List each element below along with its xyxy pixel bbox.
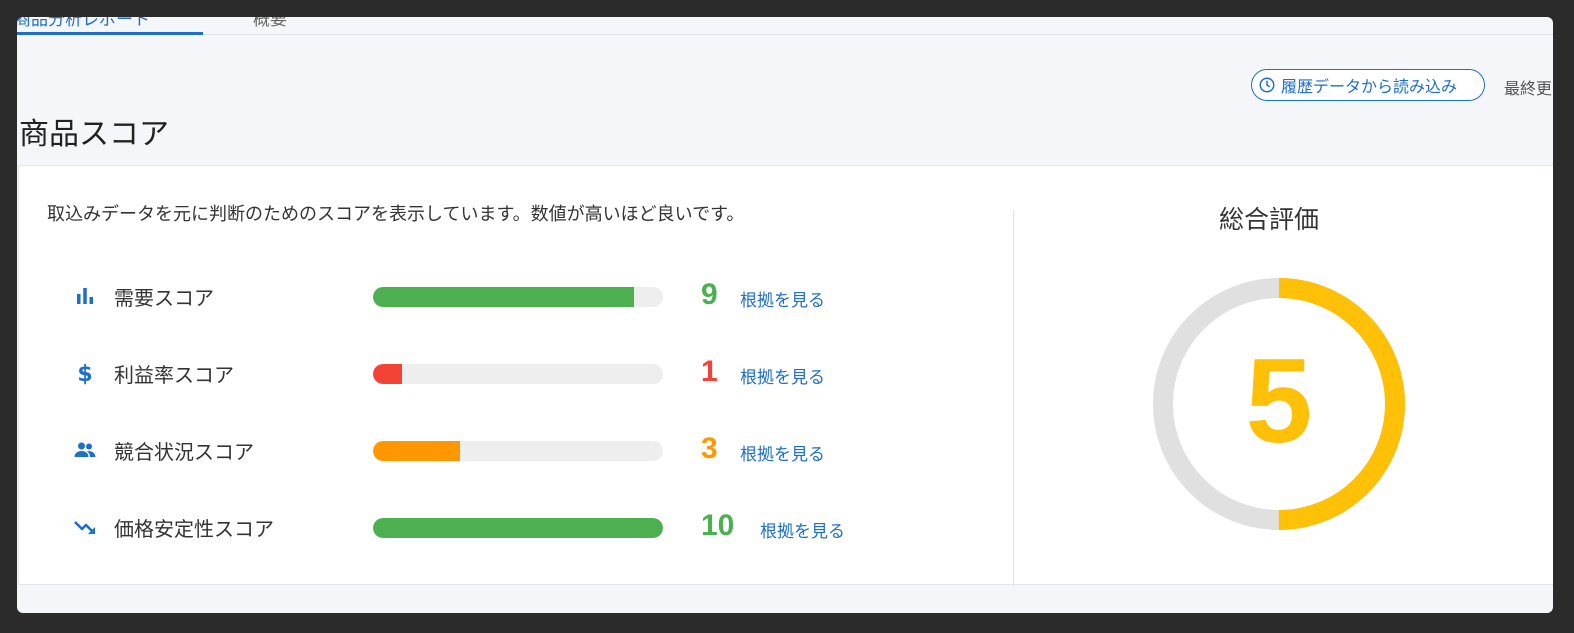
last-updated-label: 最終更 (1504, 79, 1553, 98)
score-value: 3 (701, 432, 718, 465)
tab-overview[interactable]: 概要 (253, 17, 287, 30)
score-description: 取込みデータを元に判断のためのスコアを表示しています。数値が高いほど良いです。 (47, 204, 745, 225)
view-evidence-link[interactable]: 根拠を見る (740, 440, 825, 465)
history-icon (1259, 77, 1275, 93)
score-bar-fill (373, 364, 402, 384)
score-label: 利益率スコア (114, 363, 234, 387)
bar-chart-icon (77, 288, 93, 304)
view-evidence-link[interactable]: 根拠を見る (740, 363, 825, 388)
score-value: 9 (701, 278, 718, 311)
load-history-button[interactable]: 履歴データから読み込み (1251, 69, 1485, 101)
svg-text:$: $ (77, 362, 92, 385)
score-row-competition: 競合状況スコア 3 根拠を見る (19, 432, 979, 468)
overall-score-gauge: 5 (1153, 278, 1405, 530)
people-icon (74, 442, 96, 457)
trending-down-icon (74, 521, 95, 534)
dollar-icon: $ (77, 362, 92, 385)
score-bar-fill (373, 441, 460, 461)
score-row-price-stability: 価格安定性スコア 10 根拠を見る (19, 509, 979, 545)
score-bar-track (373, 364, 663, 384)
score-value: 1 (701, 355, 718, 388)
score-row-profit: $ 利益率スコア 1 根拠を見る (19, 355, 979, 391)
score-bar-track (373, 518, 663, 538)
overall-score-title: 総合評価 (1219, 205, 1320, 234)
vertical-divider (1013, 210, 1014, 586)
score-row-demand: 需要スコア 9 根拠を見る (19, 278, 979, 314)
load-history-label: 履歴データから読み込み (1281, 77, 1458, 96)
score-label: 競合状況スコア (114, 440, 254, 464)
score-value: 10 (701, 509, 735, 542)
score-bar-fill (373, 287, 634, 307)
app-window: 商品分析レポート 概要 履歴データから読み込み 最終更 商品スコア 取込みデータ… (17, 17, 1553, 613)
view-evidence-link[interactable]: 根拠を見る (740, 286, 825, 311)
tab-product-report[interactable]: 商品分析レポート (17, 17, 150, 30)
overall-score-value: 5 (1246, 334, 1313, 468)
score-bar-track (373, 441, 663, 461)
view-evidence-link[interactable]: 根拠を見る (760, 517, 845, 542)
score-bar-fill (373, 518, 663, 538)
score-bar-track (373, 287, 663, 307)
score-label: 価格安定性スコア (114, 517, 274, 541)
score-label: 需要スコア (114, 286, 214, 310)
tab-bar: 商品分析レポート 概要 (17, 17, 1553, 35)
score-card: 取込みデータを元に判断のためのスコアを表示しています。数値が高いほど良いです。 … (18, 165, 1553, 586)
page-title: 商品スコア (19, 117, 169, 152)
active-tab-indicator (17, 32, 203, 35)
